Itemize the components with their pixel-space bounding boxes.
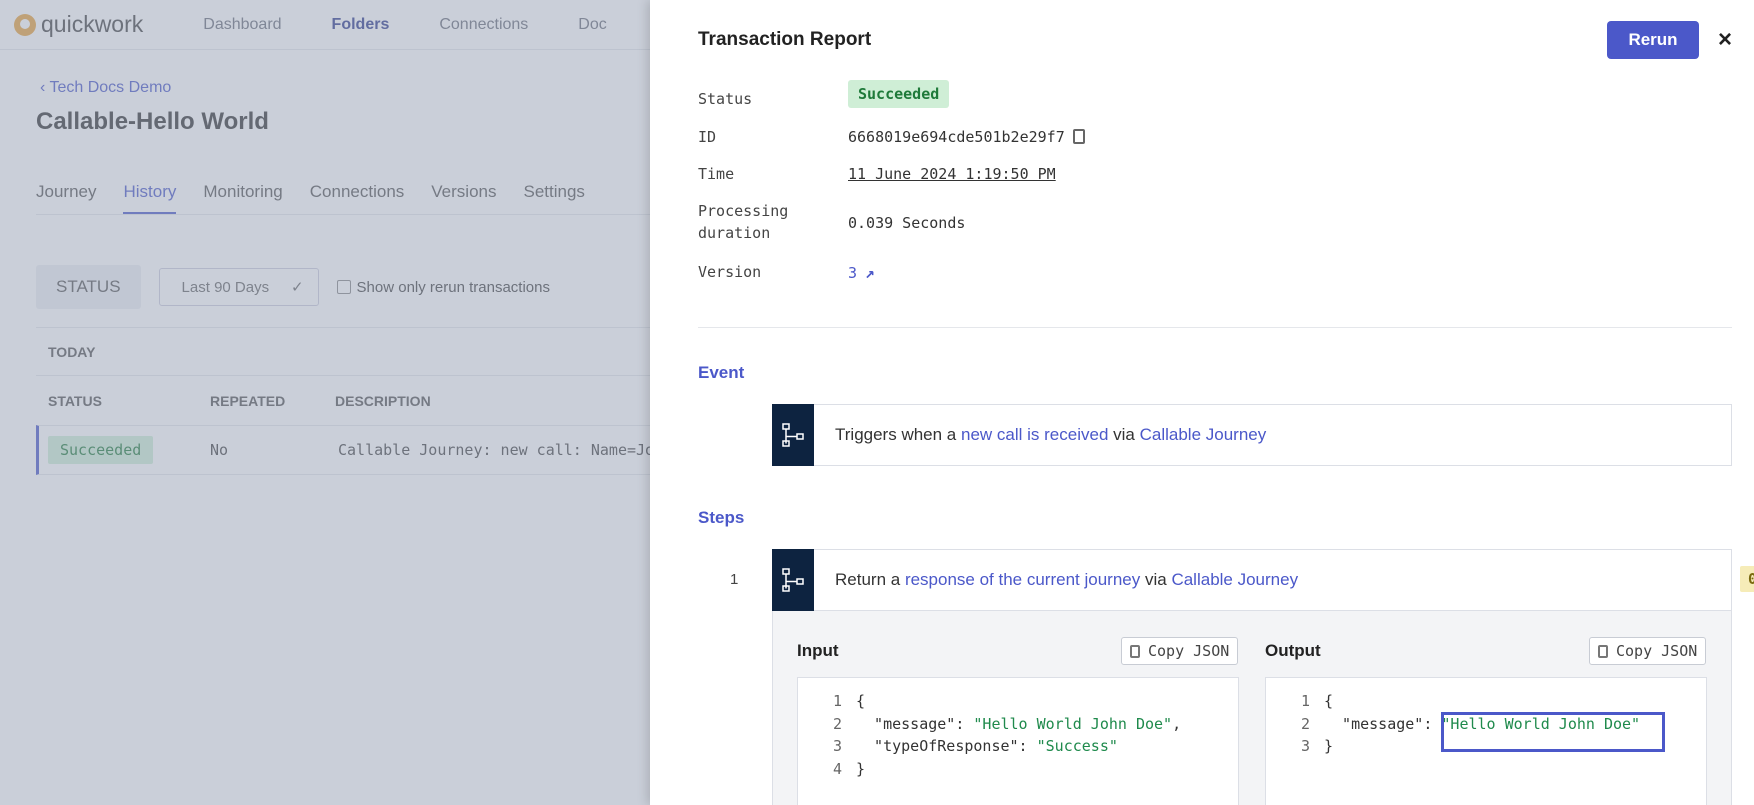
event-via: via (1113, 425, 1135, 444)
input-copy-json-button[interactable]: Copy JSON (1121, 637, 1239, 665)
copy-icon (1598, 644, 1608, 658)
step-action-link[interactable]: response of the current journey (905, 570, 1140, 589)
callable-journey-icon (772, 404, 814, 466)
event-text: Triggers when a new call is received via… (835, 425, 1266, 445)
copy-icon (1130, 644, 1140, 658)
event-trigger-link[interactable]: new call is received (961, 425, 1108, 444)
duration-label-line1: Processing (698, 202, 789, 220)
code-line: 1{ (832, 692, 866, 711)
duration-label-line2: duration (698, 224, 771, 242)
steps-section-label: Steps (698, 508, 745, 527)
version-label: Version (698, 263, 762, 281)
time-link[interactable]: 11 June 2024 1:19:50 PM (848, 165, 1056, 183)
step-number: 1 (730, 571, 739, 588)
transaction-report-drawer: Transaction Report Rerun × Status Succee… (650, 0, 1754, 805)
status-label: Status (698, 90, 753, 108)
callable-journey-icon (772, 549, 814, 611)
output-copy-json-label: Copy JSON (1616, 642, 1698, 660)
copy-icon[interactable] (1069, 129, 1085, 150)
output-title: Output (1265, 641, 1321, 660)
output-copy-json-button[interactable]: Copy JSON (1589, 637, 1707, 665)
external-link-icon[interactable]: ↗ (865, 263, 875, 282)
highlight-box (1441, 712, 1665, 752)
output-code-editor[interactable]: 1{ 2 "message": "Hello World John Doe" 3… (1265, 677, 1707, 805)
event-card[interactable]: Triggers when a new call is received via… (772, 404, 1732, 466)
event-prefix: Triggers when a (835, 425, 957, 444)
step-duration-badge: 0.015s (1740, 566, 1754, 592)
modal-overlay[interactable] (0, 0, 650, 805)
step-via: via (1144, 570, 1167, 589)
event-app-link[interactable]: Callable Journey (1140, 425, 1267, 444)
step-card[interactable]: Return a response of the current journey… (772, 549, 1754, 611)
code-line: 3 "typeOfResponse": "Success" (832, 737, 1118, 756)
io-panel: Input Copy JSON 1{ 2 "message": "Hello W… (772, 611, 1732, 805)
duration-label: Processing duration (698, 202, 788, 242)
input-copy-json-label: Copy JSON (1148, 642, 1230, 660)
duration-value: 0.039 Seconds (848, 214, 966, 232)
step-text: Return a response of the current journey… (835, 570, 1298, 590)
code-line: 1{ (1300, 692, 1334, 711)
close-icon[interactable]: × (1718, 26, 1732, 54)
step-prefix: Return a (835, 570, 901, 589)
version-value-wrap: 3 ↗ (848, 263, 875, 282)
status-badge: Succeeded (848, 80, 950, 108)
status-value: Succeeded (848, 80, 950, 108)
drawer-title: Transaction Report (698, 29, 872, 50)
code-line: 2 "message": "Hello World John Doe", (832, 714, 1182, 733)
divider (698, 327, 1732, 328)
time-label: Time (698, 165, 735, 183)
step-app-link[interactable]: Callable Journey (1171, 570, 1298, 589)
time-value-wrap: 11 June 2024 1:19:50 PM (848, 165, 1056, 183)
code-line: 4} (832, 759, 866, 778)
id-value-wrap: 6668019e694cde501b2e29f7 (848, 128, 1085, 150)
event-section-label: Event (698, 363, 745, 382)
id-value: 6668019e694cde501b2e29f7 (848, 128, 1065, 146)
input-code-editor[interactable]: 1{ 2 "message": "Hello World John Doe", … (797, 677, 1239, 805)
input-title: Input (797, 641, 839, 660)
version-link[interactable]: 3 (848, 264, 857, 282)
rerun-button[interactable]: Rerun (1607, 21, 1699, 59)
id-label: ID (698, 128, 717, 146)
